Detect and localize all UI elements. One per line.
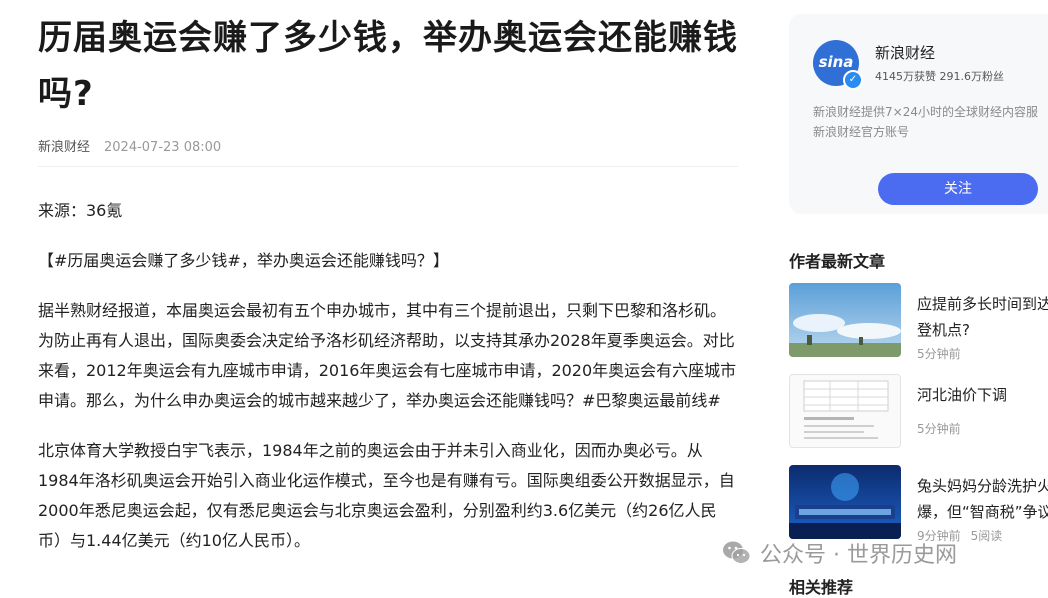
- news-title: 兔头妈妈分龄洗护火爆，但“智商税”争议犹存: [917, 477, 1048, 521]
- news-time: 5分钟前: [917, 420, 961, 437]
- time-ago: 5分钟前: [917, 347, 961, 361]
- news-title: 应提前多长时间到达登机点?: [917, 295, 1048, 339]
- article-meta: 新浪财经 2024-07-23 08:00: [38, 136, 221, 155]
- related-heading: 相关推荐: [789, 578, 854, 597]
- news-title: 河北油价下调: [917, 386, 1008, 404]
- article-source[interactable]: 新浪财经: [38, 140, 90, 155]
- divider: [38, 166, 738, 167]
- author-desc-line: 新浪财经提供7×24小时的全球财经内容服: [813, 105, 1038, 119]
- sky-image: [789, 283, 901, 357]
- article-date: 2024-07-23 08:00: [104, 140, 222, 155]
- author-description: 新浪财经提供7×24小时的全球财经内容服 新浪财经官方账号: [813, 102, 1048, 142]
- author-stats: 4145万获赞 291.6万粉丝: [875, 70, 1004, 83]
- read-count: 5阅读: [970, 529, 1003, 543]
- stage-image: [789, 465, 901, 539]
- wechat-icon: [723, 541, 751, 564]
- news-thumbnail: [789, 374, 901, 448]
- news-item[interactable]: 河北油价下调 5分钟前: [789, 374, 1048, 450]
- paragraph: 据半熟财经报道，本届奥运会最初有五个申办城市，其中有三个提前退出，只剩下巴黎和洛…: [38, 301, 737, 410]
- document-image: [803, 380, 889, 439]
- time-ago: 5分钟前: [917, 422, 961, 436]
- time-ago: 9分钟前: [917, 529, 961, 543]
- avatar-logo: sina: [818, 53, 854, 71]
- paragraph: 北京体育大学教授白宇飞表示，1984年之前的奥运会由于并未引入商业化，因而办奥必…: [38, 441, 735, 550]
- news-item[interactable]: 兔头妈妈分龄洗护火爆，但“智商税”争议犹存 9分钟前 5阅读: [789, 465, 1048, 544]
- author-card: sina ✓ 新浪财经 4145万获赞 291.6万粉丝 新浪财经提供7×24小…: [789, 14, 1048, 214]
- news-thumbnail: [789, 283, 901, 357]
- verified-icon: ✓: [843, 70, 863, 90]
- article-body: 来源：36氪 【#历届奥运会赚了多少钱#，举办奥运会还能赚钱吗？】 据半熟财经报…: [38, 196, 738, 576]
- news-thumbnail: [789, 465, 901, 539]
- latest-articles-heading: 作者最新文章: [789, 252, 886, 271]
- paragraph-topic: 【#历届奥运会赚了多少钱#，举办奥运会还能赚钱吗？】: [38, 251, 449, 270]
- news-time: 5分钟前: [917, 345, 961, 362]
- author-name[interactable]: 新浪财经: [875, 42, 935, 63]
- article-title: 历届奥运会赚了多少钱，举办奥运会还能赚钱吗?: [38, 18, 738, 114]
- follow-button[interactable]: 关注: [878, 173, 1038, 205]
- news-time: 9分钟前 5阅读: [917, 527, 1002, 544]
- news-item[interactable]: 应提前多长时间到达登机点? 5分钟前: [789, 283, 1048, 362]
- author-desc-line: 新浪财经官方账号: [813, 125, 910, 139]
- paragraph-source: 来源：36氪: [38, 201, 123, 220]
